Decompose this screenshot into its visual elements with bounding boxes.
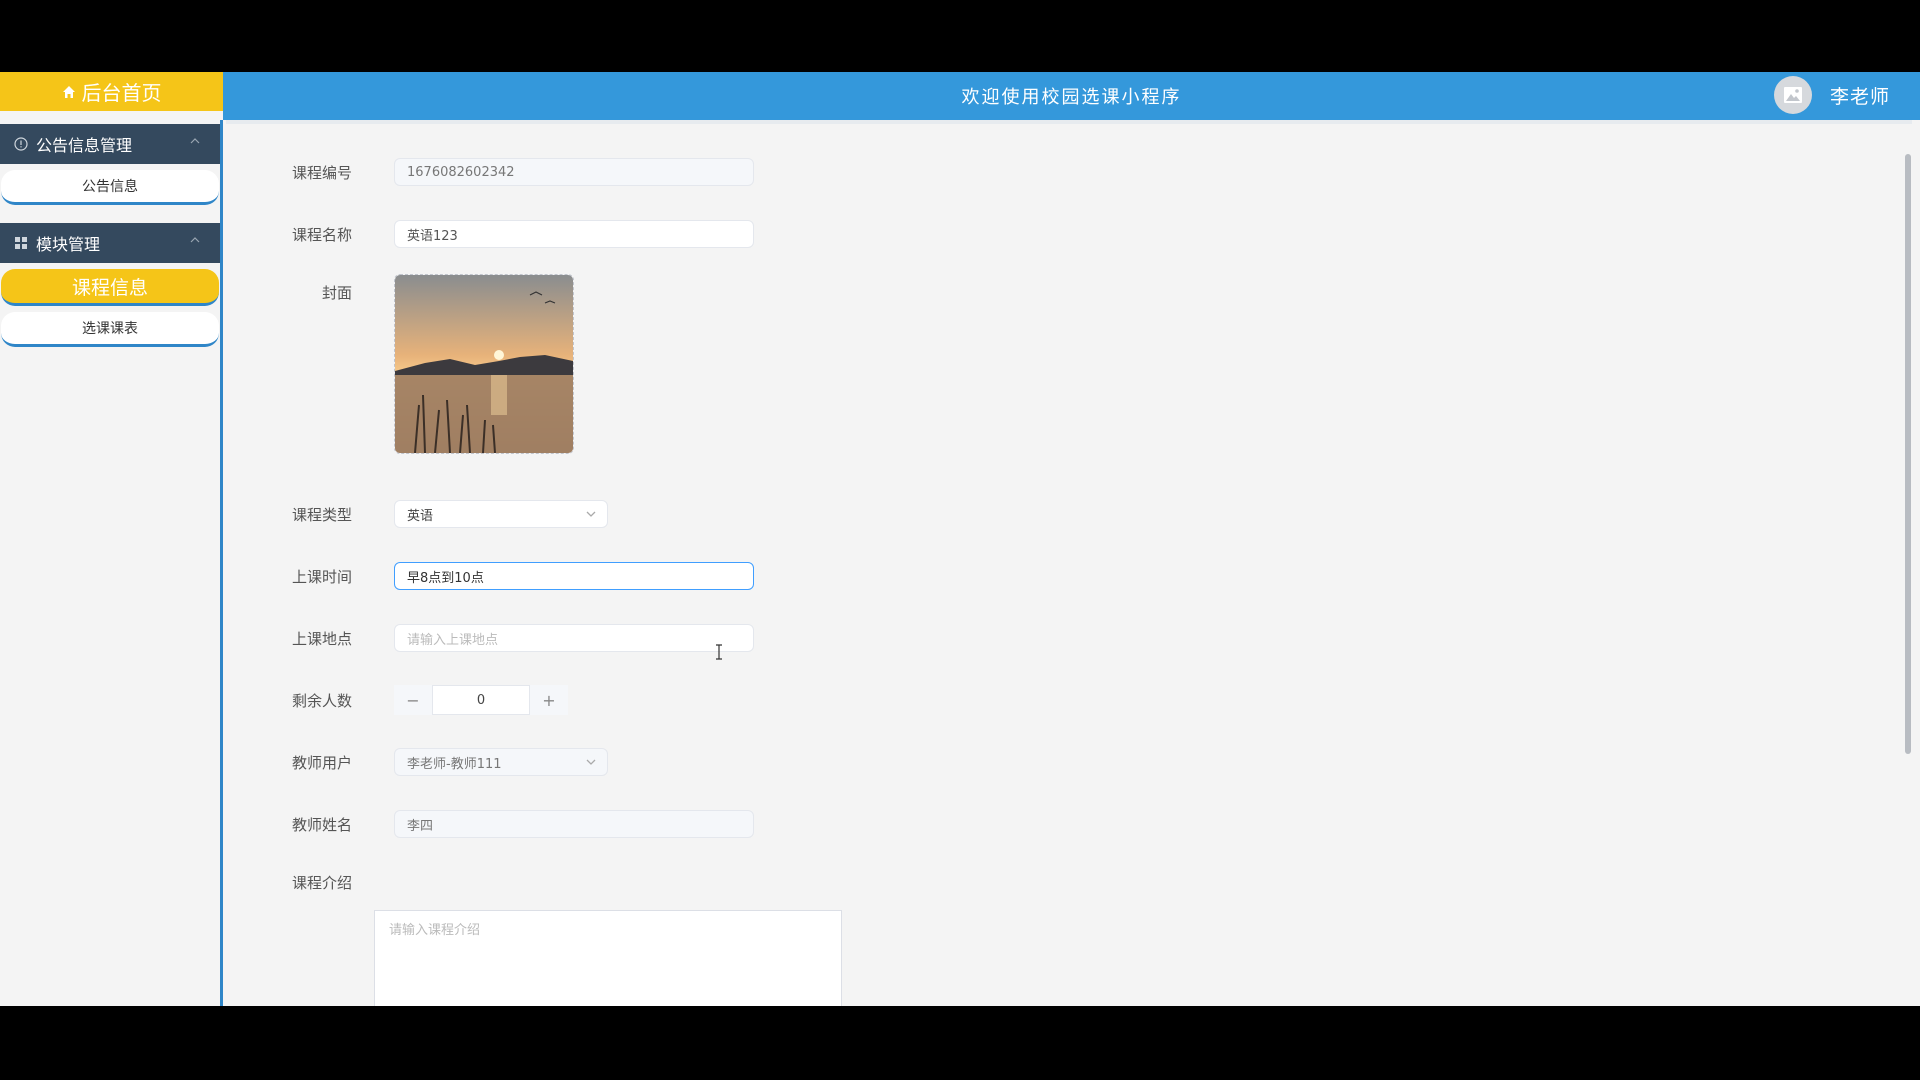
- sidebar-item-course-info[interactable]: 课程信息: [1, 269, 219, 306]
- form-row-remaining: 剩余人数 − 0 +: [226, 685, 568, 715]
- remaining-label: 剩余人数: [291, 691, 352, 710]
- scrollbar-thumb[interactable]: [1905, 154, 1911, 754]
- location-label: 上课地点: [291, 629, 352, 648]
- remaining-stepper: − 0 +: [394, 685, 568, 715]
- chevron-down-icon: [586, 511, 596, 517]
- teacher-user-select[interactable]: 李老师-教师111: [394, 748, 608, 776]
- course-name-label: 课程名称: [291, 225, 352, 244]
- home-icon: [62, 85, 75, 98]
- form-row-course-name: 课程名称 英语123: [226, 220, 754, 248]
- course-no-label: 课程编号: [291, 163, 352, 182]
- teacher-user-label: 教师用户: [291, 753, 352, 772]
- teacher-name-field: 李四: [394, 810, 754, 838]
- decrement-button[interactable]: −: [394, 685, 432, 715]
- chevron-down-icon: [586, 759, 596, 765]
- class-time-label: 上课时间: [291, 567, 352, 586]
- chevron-up-icon: [190, 138, 200, 144]
- scrollbar[interactable]: [1904, 124, 1912, 1006]
- teacher-user-value: 李老师-教师111: [407, 756, 502, 772]
- form-row-course-type: 课程类型 英语: [226, 500, 608, 528]
- course-name-field[interactable]: 英语123: [394, 220, 754, 248]
- form-row-teacher-user: 教师用户 李老师-教师111: [226, 748, 608, 776]
- cover-label: 封面: [321, 284, 352, 302]
- remaining-value[interactable]: 0: [432, 685, 530, 715]
- home-button[interactable]: 后台首页: [0, 72, 223, 111]
- topbar: 后台首页 欢迎使用校园选课小程序 李老师: [0, 72, 1920, 120]
- chevron-up-icon: [190, 237, 200, 243]
- sidebar: 公告信息管理 公告信息 模块管理 课程信息 选课课表: [0, 120, 223, 1006]
- course-type-value: 英语: [407, 508, 434, 524]
- cover-image: [395, 275, 573, 453]
- form-row-course-no: 课程编号 1676082602342: [226, 158, 754, 186]
- course-form: 课程编号 1676082602342 课程名称 英语123 封面 课程类型 英语…: [226, 120, 1912, 1006]
- sidebar-item-label: 课程信息: [71, 276, 148, 299]
- location-field[interactable]: 请输入上课地点: [394, 624, 754, 652]
- form-row-location: 上课地点 请输入上课地点: [226, 624, 754, 652]
- intro-textarea[interactable]: 请输入课程介绍: [374, 910, 842, 1006]
- avatar[interactable]: [1773, 76, 1812, 114]
- sidebar-section-label: 模块管理: [36, 235, 101, 254]
- cover-upload[interactable]: [394, 274, 574, 454]
- sidebar-section-modules[interactable]: 模块管理: [0, 223, 220, 263]
- intro-label: 课程介绍: [291, 874, 352, 892]
- teacher-name-label: 教师姓名: [291, 815, 352, 834]
- increment-button[interactable]: +: [530, 685, 568, 715]
- class-time-field[interactable]: 早8点到10点: [394, 562, 754, 590]
- form-row-class-time: 上课时间 早8点到10点: [226, 562, 754, 590]
- info-circle-icon: [14, 137, 28, 151]
- app-screen: 后台首页 欢迎使用校园选课小程序 李老师 公告信息管理 公告信息 模块管理 课程…: [0, 72, 1920, 1006]
- course-type-select[interactable]: 英语: [394, 500, 608, 528]
- user-box: 李老师: [1773, 76, 1890, 114]
- course-no-field: 1676082602342: [394, 158, 754, 186]
- form-row-cover: 封面: [226, 274, 574, 454]
- sidebar-item-label: 公告信息: [82, 179, 138, 195]
- form-row-intro: 课程介绍: [226, 872, 352, 893]
- home-label: 后台首页: [81, 81, 162, 105]
- sidebar-item-notice-info[interactable]: 公告信息: [1, 170, 219, 205]
- course-type-label: 课程类型: [291, 505, 352, 524]
- sidebar-section-label: 公告信息管理: [36, 136, 133, 155]
- page-title: 欢迎使用校园选课小程序: [961, 87, 1182, 108]
- image-icon: [1783, 87, 1802, 103]
- user-name[interactable]: 李老师: [1830, 82, 1890, 109]
- sidebar-section-notice[interactable]: 公告信息管理: [0, 124, 220, 164]
- sidebar-item-label: 选课课表: [82, 321, 138, 337]
- text-cursor-icon: [716, 644, 722, 660]
- header-bar: 欢迎使用校园选课小程序 李老师: [223, 72, 1920, 120]
- grid-icon: [15, 237, 27, 249]
- sidebar-item-course-schedule[interactable]: 选课课表: [1, 312, 219, 347]
- form-row-teacher-name: 教师姓名 李四: [226, 810, 754, 838]
